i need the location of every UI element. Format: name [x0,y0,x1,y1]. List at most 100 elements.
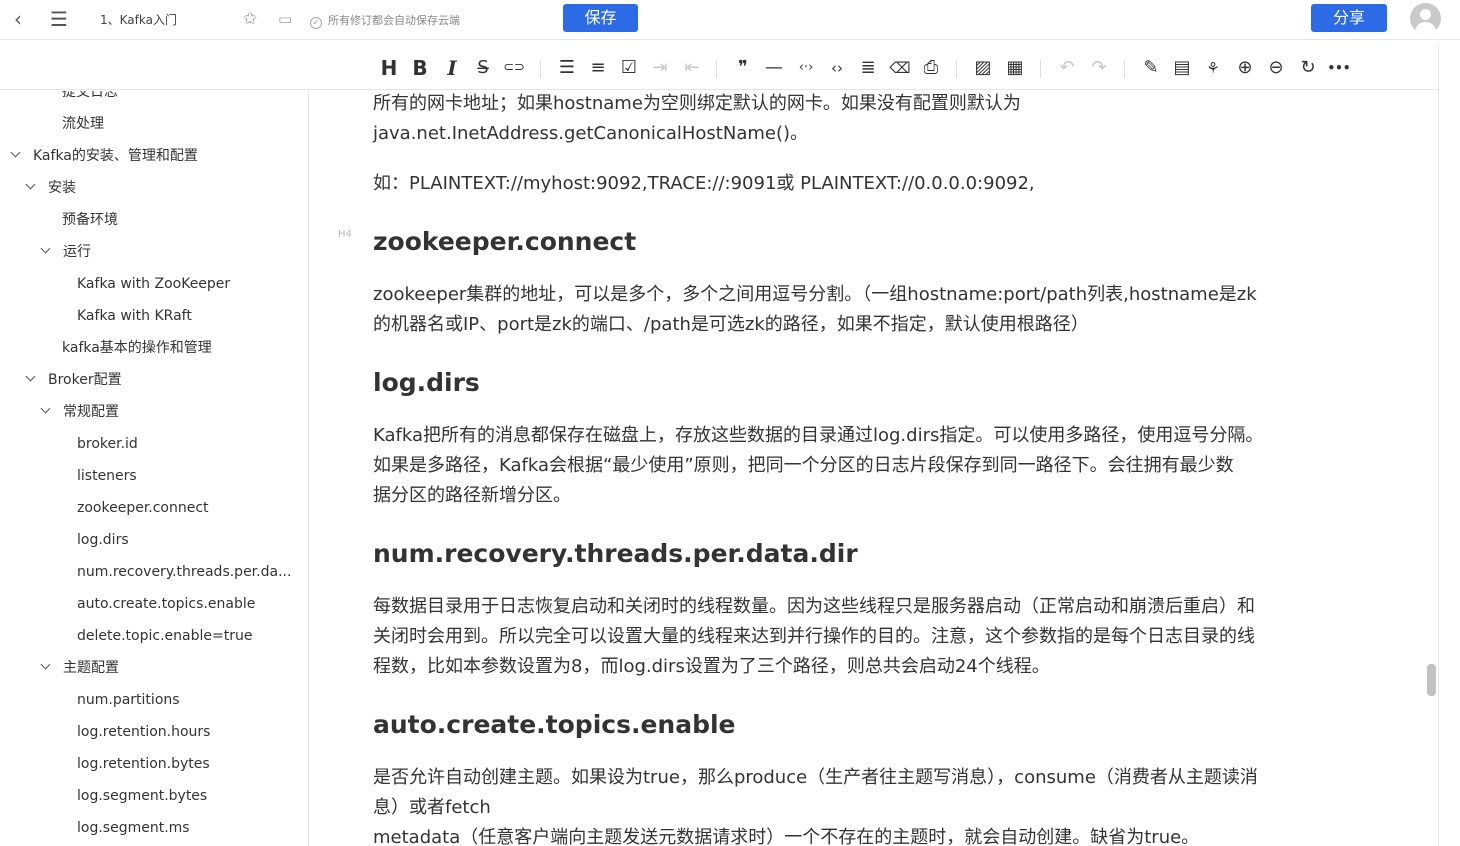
sidebar-item-kafka-basic-ops[interactable]: kafka基本的操作和管理 [62,338,212,358]
refresh-icon[interactable]: ↻ [1295,56,1321,80]
heading-level-marker: H4 [338,229,352,240]
star-icon[interactable]: ✩ [243,9,257,29]
paragraph: java.net.InetAddress.getCanonicalHostNam… [373,123,808,144]
horizontal-rule-icon[interactable]: — [761,56,787,80]
sidebar-item-label: zookeeper.connect [77,500,209,516]
link-icon[interactable]: ⊂⊃ [501,56,527,80]
sidebar-item-label: 运行 [63,244,91,260]
save-status: ✓ 所有修订都会自动保存云端 [310,12,460,29]
sidebar-item-topic-config[interactable]: 主题配置 [63,658,119,678]
clear-format-icon[interactable]: ⌫ [887,56,913,80]
mindmap-icon[interactable]: ⚘ [1200,56,1226,80]
sidebar-item-label: 提交日志 [62,91,118,100]
sidebar-item-log-segment-bytes[interactable]: log.segment.bytes [77,786,207,806]
italic-icon[interactable]: I [439,56,465,80]
zoom-out-icon[interactable]: ⊖ [1263,56,1289,80]
sidebar-item-log-retention-bytes[interactable]: log.retention.bytes [77,754,210,774]
sidebar-item-kafka-install-config[interactable]: Kafka的安装、管理和配置 [33,146,198,166]
sidebar-item-num-recovery-threads[interactable]: num.recovery.threads.per.da... [77,562,291,582]
sidebar-item-label: Kafka的安装、管理和配置 [33,148,198,164]
share-button[interactable]: 分享 [1311,4,1387,32]
sidebar-item-stream-processing[interactable]: 流处理 [62,114,104,134]
heading-icon[interactable]: H [376,56,402,80]
table-of-contents-icon[interactable]: ≣ [855,56,881,80]
outline-sidebar: 提交日志 流处理 Kafka的安装、管理和配置 安装 预备环境 运行 Kafka… [0,91,309,846]
sidebar-item-label: listeners [77,468,137,484]
sidebar-item-prereq-env[interactable]: 预备环境 [62,210,118,230]
sidebar-item-log-dirs[interactable]: log.dirs [77,530,129,550]
heading-log-dirs: log.dirs [373,368,480,397]
scrollbar[interactable] [1425,91,1438,846]
sidebar-item-label: 流处理 [62,116,104,132]
bold-icon[interactable]: B [407,56,433,80]
image-icon[interactable]: ▨ [970,56,996,80]
document-content[interactable]: 所有的网卡地址；如果hostname为空则绑定默认的网卡。如果没有配置则默认为 … [310,91,1425,846]
export-icon[interactable]: ⎙ [918,56,944,80]
sidebar-item-num-partitions[interactable]: num.partitions [77,690,180,710]
sidebar-item-kafka-with-kraft[interactable]: Kafka with KRaft [77,306,192,326]
document-title[interactable]: 1、Kafka入门 [100,11,177,28]
sidebar-item-label: num.partitions [77,692,180,708]
sidebar-item-broker-id[interactable]: broker.id [77,434,138,454]
sidebar-item-delete-topic-enable[interactable]: delete.topic.enable=true [77,626,252,646]
sidebar-item-commit-log[interactable]: 提交日志 [62,91,118,102]
redo-icon[interactable]: ↷ [1086,56,1112,80]
zoom-in-icon[interactable]: ⊕ [1232,56,1258,80]
more-icon[interactable]: ••• [1326,56,1352,80]
sidebar-item-label: log.dirs [77,532,129,548]
strikethrough-icon[interactable]: S̶ [470,56,496,80]
note-icon[interactable]: ▤ [1169,56,1195,80]
paragraph: 的机器名或IP、port是zk的端口、/path是可选zk的路径，如果不指定，默… [373,314,1089,335]
paragraph: zookeeper集群的地址，可以是多个，多个之间用逗号分割。（一组hostna… [373,284,1257,305]
undo-icon[interactable]: ↶ [1054,56,1080,80]
sidebar-item-label: broker.id [77,436,138,452]
avatar[interactable] [1410,3,1441,34]
ordered-list-icon[interactable]: ≡ [585,56,611,80]
sidebar-item-listeners[interactable]: listeners [77,466,137,486]
quote-icon[interactable]: ❞ [730,56,756,80]
sidebar-item-broker-config[interactable]: Broker配置 [48,370,122,390]
save-button[interactable]: 保存 [563,4,638,32]
sidebar-item-kafka-with-zookeeper[interactable]: Kafka with ZooKeeper [77,274,230,294]
paragraph: 关闭时会用到。所以完全可以设置大量的线程来达到并行操作的目的。注意，这个参数指的… [373,626,1255,647]
folder-icon[interactable]: ▭ [278,10,292,28]
sidebar-item-run[interactable]: 运行 [63,242,91,262]
paragraph: 据分区的路径新增分区。 [373,485,571,506]
sidebar-item-log-segment-ms[interactable]: log.segment.ms [77,818,190,838]
menu-icon[interactable]: ☰ [50,8,72,30]
paragraph: 每数据目录用于日志恢复启动和关闭时的线程数量。因为这些线程只是服务器启动（正常启… [373,596,1255,617]
sidebar-item-general-config[interactable]: 常规配置 [63,402,119,422]
sidebar-item-log-retention-hours[interactable]: log.retention.hours [77,722,210,742]
bullet-list-icon[interactable]: ☰ [554,56,580,80]
sidebar-item-label: Kafka with ZooKeeper [77,276,231,292]
sidebar-item-label: kafka基本的操作和管理 [62,340,212,356]
save-status-text: 所有修订都会自动保存云端 [328,14,460,27]
inline-code-icon[interactable]: ‹·› [793,56,819,80]
sidebar-item-install[interactable]: 安装 [48,178,76,198]
outdent-icon[interactable]: ⇤ [679,56,705,80]
heading-auto-create-topics: auto.create.topics.enable [373,710,736,739]
chevron-down-icon[interactable] [26,373,36,383]
chevron-down-icon[interactable] [41,661,51,671]
paragraph: 如果是多路径，Kafka会根据“最少使用”原则，把同一个分区的日志片段保存到同一… [373,455,1234,476]
edit-icon[interactable]: ✎ [1138,56,1164,80]
sidebar-item-auto-create-topics[interactable]: auto.create.topics.enable [77,594,255,614]
chevron-down-icon[interactable] [26,181,36,191]
chevron-down-icon[interactable] [11,149,21,159]
sidebar-item-label: delete.topic.enable=true [77,628,253,644]
scrollbar-thumb[interactable] [1427,664,1436,696]
paragraph: Kafka把所有的消息都保存在磁盘上，存放这些数据的目录通过log.dirs指定… [373,425,1264,446]
indent-icon[interactable]: ⇥ [647,56,673,80]
sidebar-item-label: 安装 [48,180,76,196]
table-icon[interactable]: ▦ [1002,56,1028,80]
back-icon[interactable]: ‹ [14,8,34,30]
top-bar: ‹ ☰ 1、Kafka入门 ✩ ▭ ✓ 所有修订都会自动保存云端 保存 分享 [0,0,1460,40]
sidebar-item-label: log.segment.ms [77,820,190,836]
chevron-down-icon[interactable] [41,405,51,415]
code-block-icon[interactable]: ‹› [824,56,850,80]
right-edge [1438,46,1460,846]
heading-zookeeper-connect: zookeeper.connect [373,227,637,256]
sidebar-item-zookeeper-connect[interactable]: zookeeper.connect [77,498,209,518]
checklist-icon[interactable]: ☑ [616,56,642,80]
chevron-down-icon[interactable] [41,245,51,255]
